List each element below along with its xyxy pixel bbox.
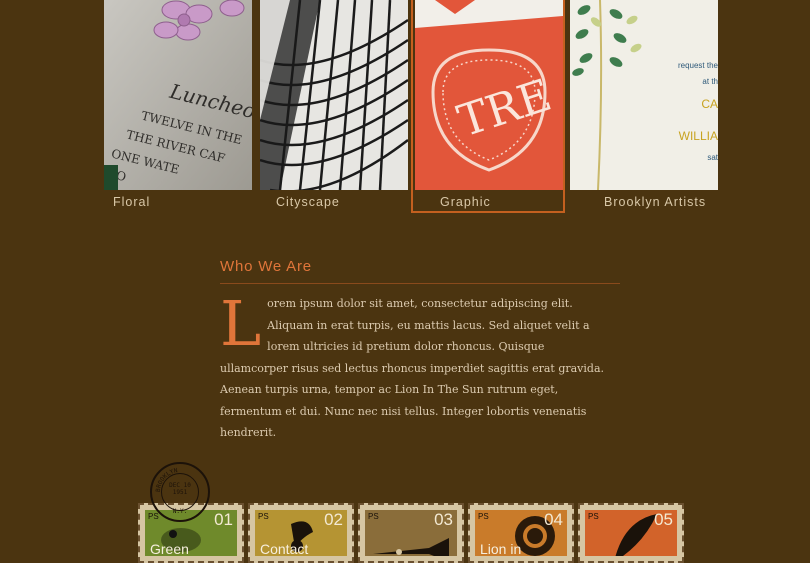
- section-divider: [220, 283, 620, 284]
- selected-tile-frame: [411, 0, 565, 213]
- gallery-caption-graphic[interactable]: Graphic: [440, 194, 491, 210]
- stamp-number: 05: [654, 510, 673, 529]
- section-title: Who We Are: [220, 258, 312, 275]
- stamp-face: PS 02 Contact: [255, 510, 347, 556]
- gallery-caption-brooklyn-artists[interactable]: Brooklyn Artists: [604, 194, 706, 210]
- stamp-label: Contact: [260, 541, 309, 556]
- stamp-label: Green: [150, 541, 189, 556]
- postmark-icon: BROOKLYN DEC 10 1951 N.Y.: [150, 462, 210, 522]
- stamp-03[interactable]: PS 03: [358, 503, 464, 563]
- stamp-ps: PS: [258, 512, 269, 521]
- stamp-number: 01: [214, 510, 233, 529]
- stamp-label: Lion in: [480, 541, 522, 556]
- svg-text:sat: sat: [707, 153, 718, 162]
- floral-invitation-image: Luncheo TWELVE IN THE THE RIVER CAF ONE …: [104, 0, 252, 190]
- gallery-caption-cityscape[interactable]: Cityscape: [276, 194, 340, 210]
- svg-text:WILLIA: WILLIA: [679, 129, 718, 143]
- gallery-tile-brooklyn-artists[interactable]: request the at th CA WILLIA sat: [570, 0, 718, 190]
- stamp-navigation: BROOKLYN DEC 10 1951 N.Y. PS 01 Green PS…: [0, 455, 810, 563]
- stamp-05[interactable]: PS 05: [578, 503, 684, 563]
- gallery-tile-floral[interactable]: Luncheo TWELVE IN THE THE RIVER CAF ONE …: [104, 0, 252, 190]
- stamp-number: 02: [324, 510, 343, 529]
- gallery-tile-cityscape[interactable]: [260, 0, 408, 190]
- stamp-face: PS 03: [365, 510, 457, 556]
- postmark-state: N.Y.: [172, 508, 188, 515]
- stamp-number: 04: [544, 510, 563, 529]
- postmark-year: 1951: [172, 489, 188, 496]
- stamp-04[interactable]: PS 04 Lion in: [468, 503, 574, 563]
- svg-text:at th: at th: [702, 77, 718, 86]
- about-body-text: orem ipsum dolor sit amet, consectetur a…: [220, 297, 605, 439]
- portfolio-gallery: Luncheo TWELVE IN THE THE RIVER CAF ONE …: [0, 0, 810, 220]
- cityscape-image: [260, 0, 408, 190]
- stamp-02[interactable]: PS 02 Contact: [248, 503, 354, 563]
- stamp-ps: PS: [368, 512, 379, 521]
- postmark-date: DEC 10: [169, 482, 191, 489]
- svg-text:CA: CA: [701, 97, 718, 111]
- stamp-ps: PS: [588, 512, 599, 521]
- stamp-face: PS 04 Lion in: [475, 510, 567, 556]
- drop-cap: L: [220, 287, 262, 360]
- stamp-face: PS 05: [585, 510, 677, 556]
- gallery-caption-floral[interactable]: Floral: [113, 194, 150, 210]
- stamp-number: 03: [434, 510, 453, 529]
- stamp-ps: PS: [478, 512, 489, 521]
- brooklyn-artists-image: request the at th CA WILLIA sat: [570, 0, 718, 190]
- who-we-are-section: Who We Are L orem ipsum dolor sit amet, …: [220, 257, 620, 439]
- about-paragraph: L orem ipsum dolor sit amet, consectetur…: [220, 293, 605, 444]
- svg-text:request the: request the: [678, 61, 718, 70]
